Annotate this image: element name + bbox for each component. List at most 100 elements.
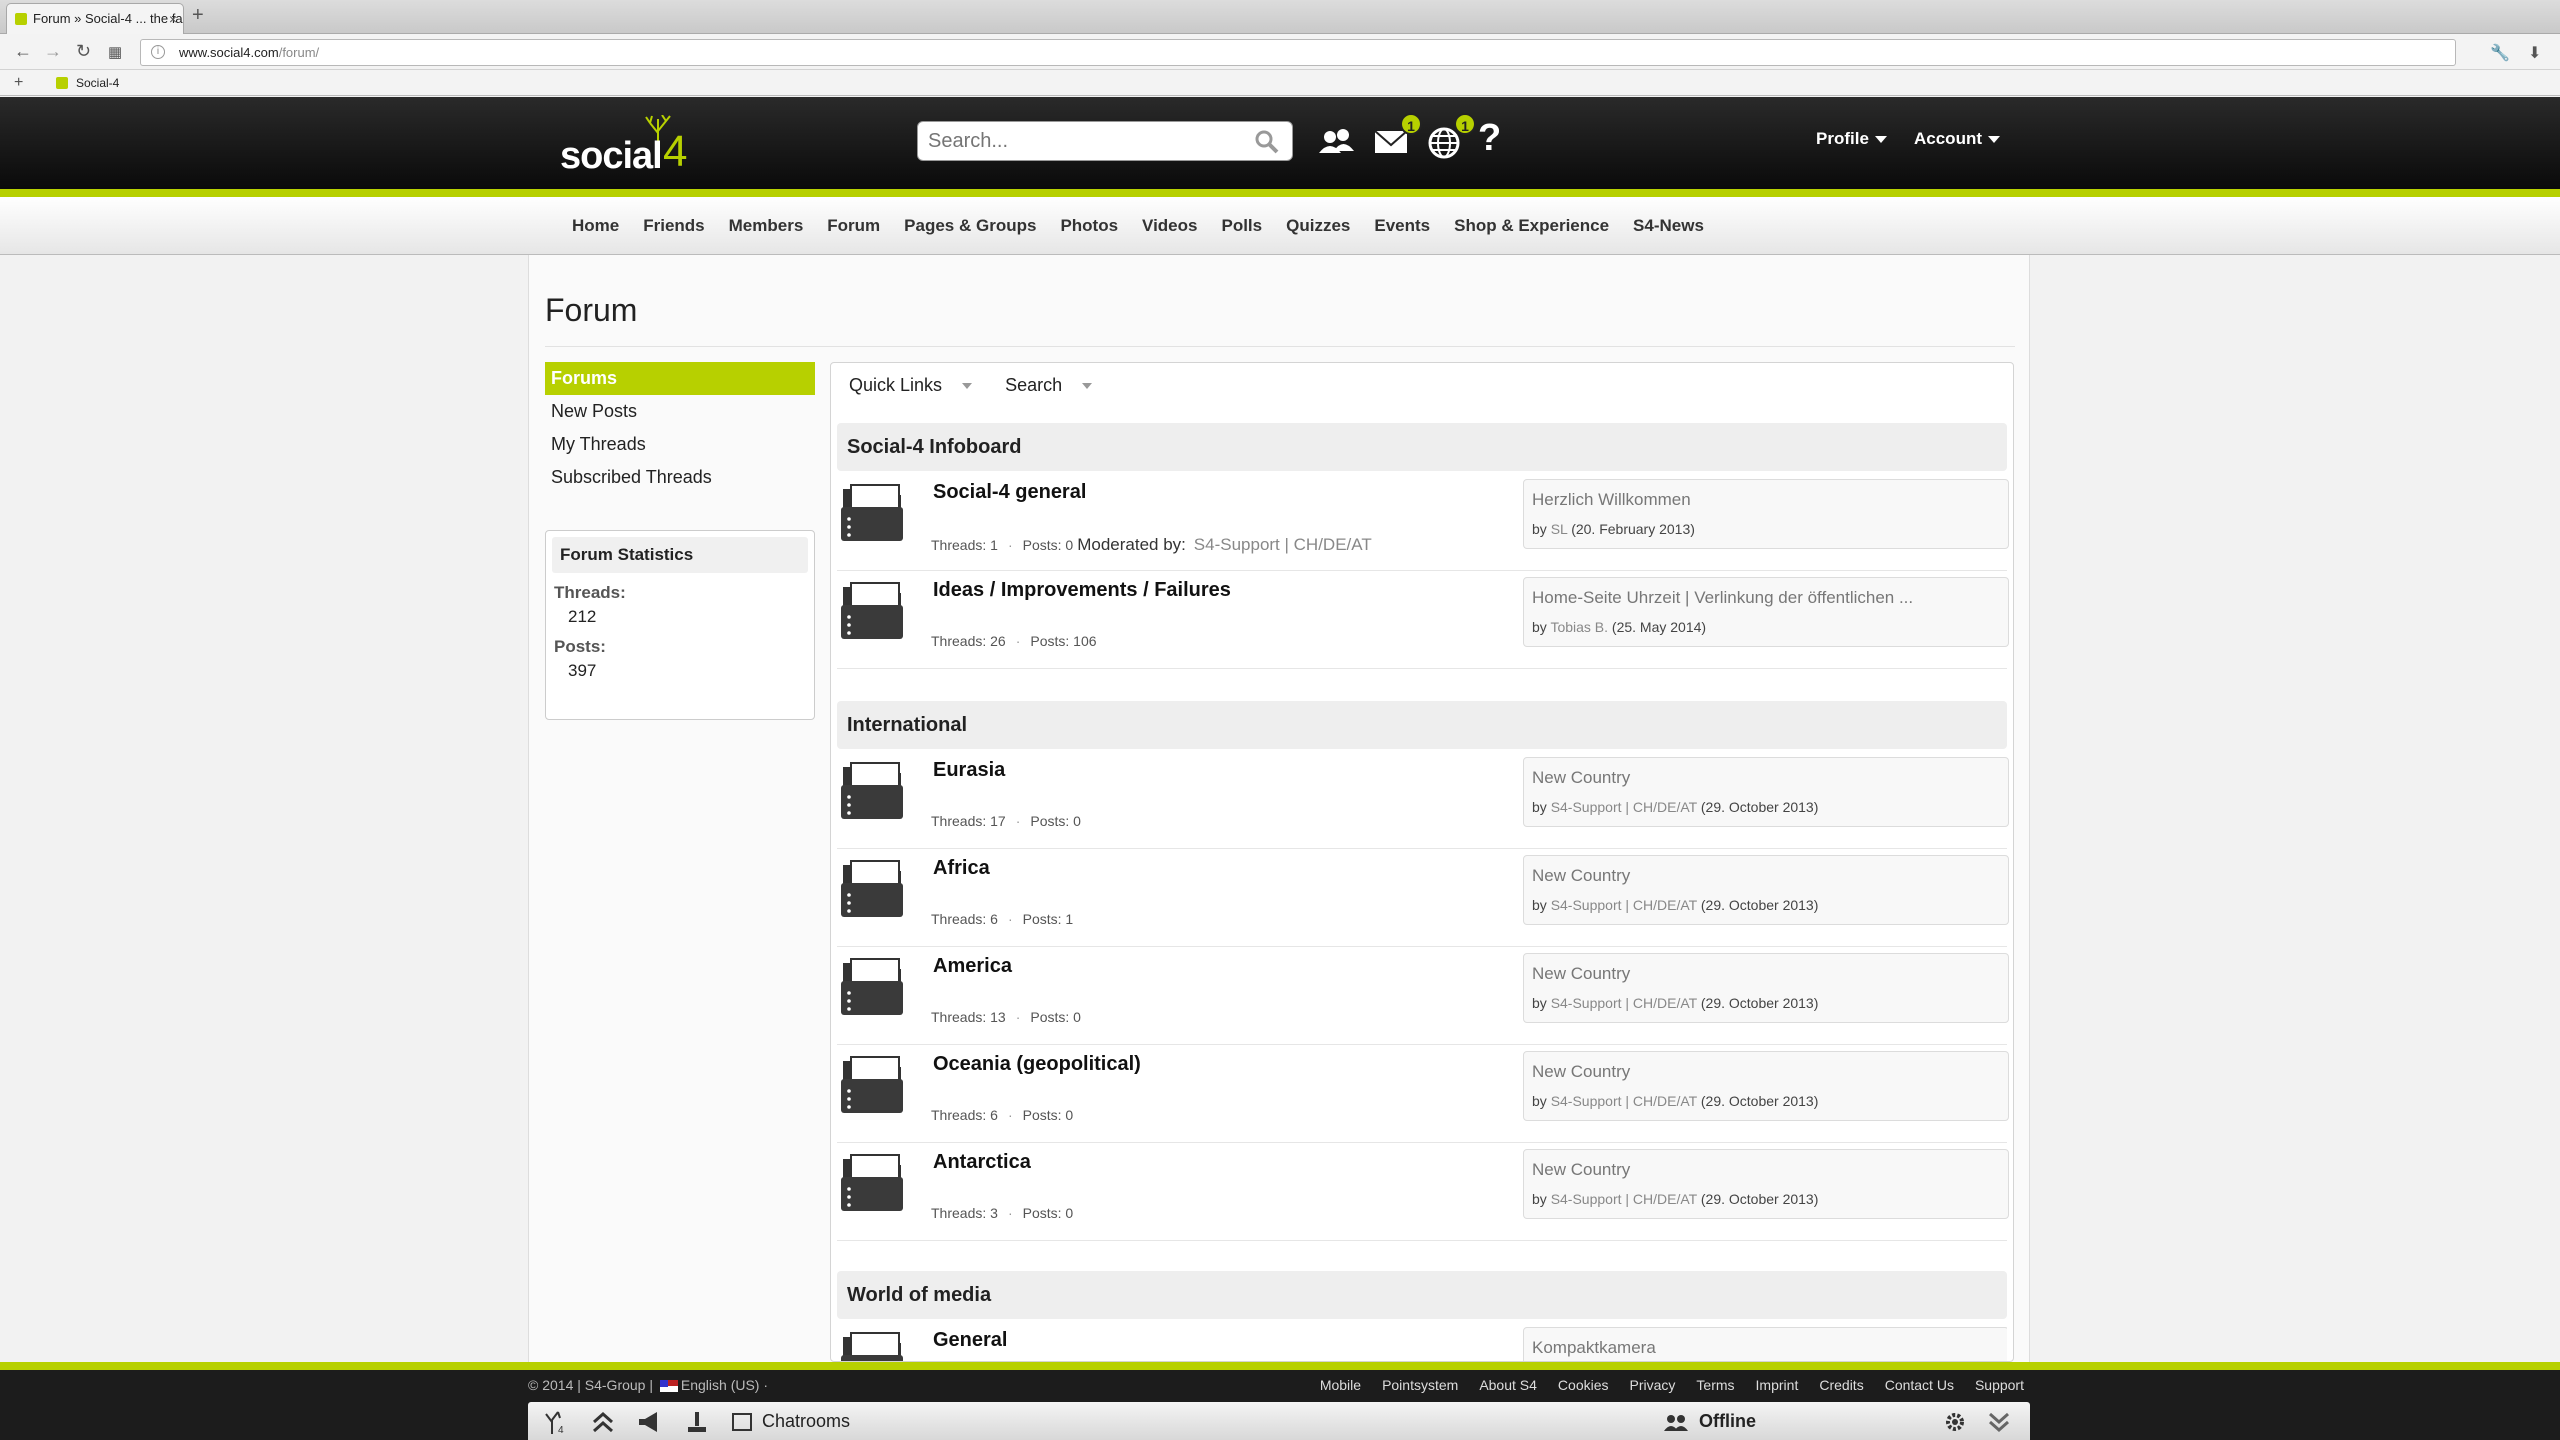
forum-row[interactable]: America Threads: 13 · Posts: 0 New Country… [837,947,2009,1045]
sidebar-item-forums[interactable]: Forums [545,362,815,395]
footer-link-credits[interactable]: Credits [1819,1370,1863,1400]
help-icon[interactable]: ? [1478,117,1501,160]
forum-row[interactable]: Antarctica Threads: 3 · Posts: 0 New Count… [837,1143,2009,1241]
sidebar-item-my-threads[interactable]: My Threads [545,428,815,461]
search-menu[interactable]: Search [1005,375,1106,395]
notifications-globe-icon[interactable]: 1 [1426,113,1476,163]
footer-link-privacy[interactable]: Privacy [1630,1370,1676,1400]
close-tab-icon[interactable]: × [169,4,177,34]
chevrons-up-icon[interactable] [590,1410,616,1434]
last-post-title[interactable]: New Country [1532,964,1630,984]
messages-icon[interactable]: 1 [1372,113,1422,163]
nav-s4-news[interactable]: S4-News [1621,197,1716,255]
by-label: by [1532,619,1547,635]
new-tab-icon[interactable]: + [192,4,204,27]
bookmark-social4[interactable]: Social-4 [76,70,119,96]
last-post-author[interactable]: S4-Support | CH/DE/AT [1551,995,1697,1011]
last-post-author[interactable]: Tobias B. [1550,619,1608,635]
reload-icon[interactable]: ↻ [76,41,91,62]
last-post-author[interactable]: S4-Support | CH/DE/AT [1551,799,1697,815]
footer-link-pointsystem[interactable]: Pointsystem [1382,1370,1458,1400]
user-upload-icon[interactable] [684,1410,710,1434]
footer-link-terms[interactable]: Terms [1696,1370,1734,1400]
forum-name[interactable]: Antarctica [933,1151,1031,1174]
gear-icon[interactable] [1942,1410,1968,1434]
forum-row[interactable]: Ideas / Improvements / Failures Threads:… [837,571,2009,669]
forum-row[interactable]: Social-4 general Threads: 1 · Posts: 0 Mode… [837,473,2009,571]
footer-link-imprint[interactable]: Imprint [1756,1370,1799,1400]
megaphone-icon[interactable] [636,1410,662,1434]
last-post-title[interactable]: New Country [1532,866,1630,886]
forum-name[interactable]: America [933,955,1012,978]
wrench-icon[interactable]: 🔧 [2490,43,2510,63]
last-post-title[interactable]: Home-Seite Uhrzeit | Verlinkung der öffe… [1532,588,1913,608]
forum-row[interactable]: Africa Threads: 6 · Posts: 1 New Country b… [837,849,2009,947]
back-icon[interactable]: ← [14,41,32,62]
friends-icon[interactable] [1316,121,1358,163]
nav-pages-groups[interactable]: Pages & Groups [892,197,1048,255]
nav-home[interactable]: Home [560,197,631,255]
last-post-author[interactable]: SL [1551,521,1568,537]
last-post-byline: by S4-Support | CH/DE/AT (29. October 20… [1532,897,1818,913]
last-post-title[interactable]: New Country [1532,1062,1630,1082]
address-bar[interactable]: i www.social4.com/forum/ [140,39,2456,66]
quick-links-menu[interactable]: Quick Links [849,375,986,395]
footer-link-mobile[interactable]: Mobile [1320,1370,1361,1400]
forum-row[interactable]: Eurasia Threads: 17 · Posts: 0 New Country… [837,751,2009,849]
nav-polls[interactable]: Polls [1209,197,1274,255]
language-selector[interactable]: English (US) · [681,1377,768,1393]
last-post-title[interactable]: Kompaktkamera [1532,1338,1656,1358]
search-input[interactable] [917,121,1293,161]
sidebar-item-subscribed-threads[interactable]: Subscribed Threads [545,461,815,494]
moderated-by-label: Moderated by: [1077,535,1186,554]
social4-tree-icon[interactable]: 4 [542,1410,568,1434]
browser-tab[interactable]: Forum » Social-4 ... the fa × [6,3,184,35]
category-header[interactable]: World of media [837,1271,2007,1319]
category-header[interactable]: Social-4 Infoboard [837,423,2007,471]
account-menu[interactable]: Account [1914,129,2000,149]
title-divider [545,346,2015,347]
search-icon[interactable] [1252,127,1282,157]
forum-name[interactable]: Oceania (geopolitical) [933,1053,1141,1076]
footer-link-cookies[interactable]: Cookies [1558,1370,1609,1400]
online-status[interactable]: Offline [1662,1402,1756,1440]
nav-photos[interactable]: Photos [1048,197,1130,255]
main-nav: Home Friends Members Forum Pages & Group… [0,197,2560,255]
last-post-author[interactable]: S4-Support | CH/DE/AT [1551,1093,1697,1109]
nav-shop-experience[interactable]: Shop & Experience [1442,197,1621,255]
nav-forum[interactable]: Forum [815,197,892,255]
last-post-title[interactable]: Herzlich Willkommen [1532,490,1691,510]
footer-link-about[interactable]: About S4 [1479,1370,1537,1400]
site-logo[interactable]: social 4 [560,115,720,177]
forum-name[interactable]: General [933,1329,1007,1352]
category-header[interactable]: International [837,701,2007,749]
forward-icon[interactable]: → [44,41,62,62]
add-bookmark-icon[interactable]: + [14,70,23,96]
forum-row[interactable]: Oceania (geopolitical) Threads: 6 · Posts:… [837,1045,2009,1143]
chatrooms-button[interactable]: Chatrooms [732,1402,850,1440]
download-icon[interactable]: ⬇ [2528,43,2541,63]
last-post-title[interactable]: New Country [1532,768,1630,788]
footer-link-support[interactable]: Support [1975,1370,2024,1400]
folder-icon [841,1056,903,1113]
nav-events[interactable]: Events [1362,197,1442,255]
sidebar-item-new-posts[interactable]: New Posts [545,395,815,428]
nav-videos[interactable]: Videos [1130,197,1209,255]
last-post-author[interactable]: S4-Support | CH/DE/AT [1551,1191,1697,1207]
forum-name[interactable]: Social-4 general [933,481,1086,504]
forum-name[interactable]: Ideas / Improvements / Failures [933,579,1231,602]
moderator-link[interactable]: S4-Support | CH/DE/AT [1194,535,1372,554]
forum-name[interactable]: Eurasia [933,759,1005,782]
forum-row[interactable]: General Kompaktkamera [837,1321,2007,1361]
last-post-author[interactable]: S4-Support | CH/DE/AT [1551,897,1697,913]
nav-quizzes[interactable]: Quizzes [1274,197,1362,255]
last-post-title[interactable]: New Country [1532,1160,1630,1180]
nav-friends[interactable]: Friends [631,197,716,255]
apps-grid-icon[interactable]: ▦ [108,43,122,61]
chevrons-down-icon[interactable] [1986,1410,2012,1434]
forum-name[interactable]: Africa [933,857,990,880]
footer-link-contact[interactable]: Contact Us [1885,1370,1954,1400]
site-info-icon[interactable]: i [151,45,165,59]
profile-menu[interactable]: Profile [1816,129,1887,149]
nav-members[interactable]: Members [717,197,816,255]
